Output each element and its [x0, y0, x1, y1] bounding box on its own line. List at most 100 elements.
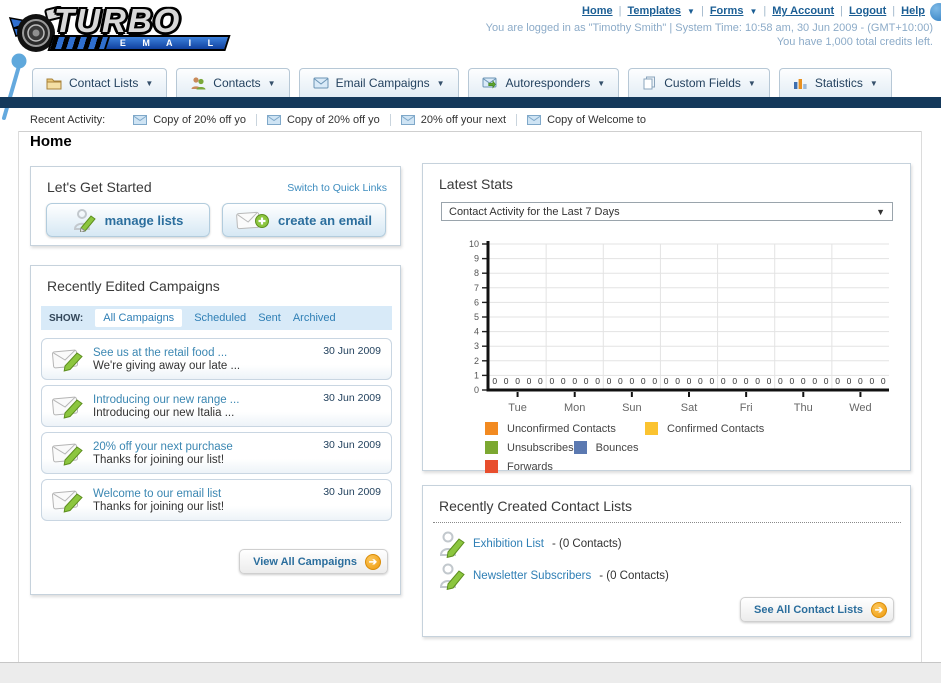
recent-activity-bar: Recent Activity: Copy of 20% off yo Copy… [30, 110, 656, 130]
tab-contacts[interactable]: Contacts ▼ [176, 68, 290, 97]
envelope-icon [313, 77, 329, 89]
tab-email-campaigns[interactable]: Email Campaigns ▼ [298, 68, 459, 97]
campaign-title-link[interactable]: See us at the retail food ... [93, 347, 240, 359]
svg-text:Thu: Thu [794, 402, 813, 414]
person-pencil-icon [439, 531, 465, 558]
nav-separator: | [840, 5, 844, 17]
svg-text:0: 0 [835, 376, 840, 386]
legend-swatch [485, 460, 498, 473]
logo-speed-stripes [50, 37, 110, 49]
contact-list-item[interactable]: Exhibition List - (0 Contacts) [439, 530, 622, 558]
stats-report-selected-value: Contact Activity for the Last 7 Days [449, 205, 620, 218]
svg-text:2: 2 [474, 356, 479, 366]
filter-archived[interactable]: Archived [293, 312, 336, 324]
legend-label: Bounces [595, 441, 639, 454]
tab-custom-fields[interactable]: Custom Fields ▼ [628, 68, 770, 97]
campaign-title-link[interactable]: Welcome to our email list [93, 488, 224, 500]
create-email-button[interactable]: create an email [222, 203, 386, 237]
svg-text:0: 0 [618, 376, 623, 386]
svg-text:0: 0 [709, 376, 714, 386]
legend-item: Forwards [485, 460, 645, 473]
view-all-campaigns-button[interactable]: View All Campaigns ➔ [239, 549, 388, 574]
tab-autoresponders[interactable]: Autoresponders ▼ [467, 68, 620, 97]
people-icon [191, 77, 206, 90]
svg-text:0: 0 [549, 376, 554, 386]
campaigns-panel-title: Recently Edited Campaigns [47, 278, 220, 294]
svg-text:0: 0 [584, 376, 589, 386]
bar-chart-icon [793, 79, 807, 89]
nav-link-help[interactable]: Help [901, 5, 925, 17]
campaign-subtitle: Thanks for joining our list! [93, 500, 225, 513]
legend-swatch [485, 441, 498, 454]
svg-text:0: 0 [652, 376, 657, 386]
filter-sent[interactable]: Sent [258, 312, 281, 324]
latest-stats-panel: Latest Stats Contact Activity for the La… [422, 163, 911, 473]
recently-created-contact-lists-panel: Recently Created Contact Lists Exhibitio… [422, 485, 911, 637]
svg-text:10: 10 [469, 239, 479, 249]
campaign-title-link[interactable]: 20% off your next purchase [93, 441, 233, 453]
chevron-down-icon: ▼ [145, 78, 154, 88]
filter-scheduled[interactable]: Scheduled [194, 312, 246, 324]
svg-text:0: 0 [869, 376, 874, 386]
svg-text:Wed: Wed [849, 402, 871, 414]
envelope-pencil-icon [52, 349, 83, 372]
manage-lists-button[interactable]: manage lists [46, 203, 210, 237]
get-started-title: Let's Get Started [47, 179, 152, 195]
campaign-subtitle: Introducing our new Italia ... [93, 406, 235, 419]
nav-link-forms[interactable]: Forms [710, 5, 744, 17]
stats-report-select[interactable]: Contact Activity for the Last 7 Days ▼ [441, 202, 893, 221]
nav-link-logout[interactable]: Logout [849, 5, 886, 17]
tab-statistics[interactable]: Statistics ▼ [778, 68, 892, 97]
recent-activity-item[interactable]: Copy of 20% off yo [123, 114, 257, 126]
switch-to-quick-links-link[interactable]: Switch to Quick Links [287, 182, 387, 194]
envelope-pencil-icon [52, 443, 83, 466]
svg-text:0: 0 [721, 376, 726, 386]
svg-text:Fri: Fri [740, 402, 753, 414]
recent-activity-label: Recent Activity: [30, 114, 106, 126]
contact-list-name-link[interactable]: Exhibition List [473, 538, 544, 550]
campaign-row[interactable]: Introducing our new range ... Introducin… [41, 385, 392, 427]
get-started-panel: Let's Get Started Switch to Quick Links … [30, 166, 401, 246]
legend-label: Unsubscribes [507, 441, 574, 454]
chevron-down-icon: ▼ [749, 6, 758, 16]
contact-list-name-link[interactable]: Newsletter Subscribers [473, 570, 591, 582]
recent-activity-item[interactable]: Copy of Welcome to [517, 114, 656, 126]
arrow-right-icon: ➔ [365, 553, 381, 570]
contact-list-item[interactable]: Newsletter Subscribers - (0 Contacts) [439, 562, 669, 590]
filter-all-campaigns[interactable]: All Campaigns [95, 309, 183, 327]
nav-link-templates[interactable]: Templates [627, 5, 681, 17]
tab-label: Email Campaigns [335, 76, 430, 90]
campaign-filter-bar: SHOW: All Campaigns Scheduled Sent Archi… [41, 306, 392, 330]
balloon-string-decoration [2, 53, 27, 120]
nav-separator: | [618, 5, 622, 17]
nav-separator: | [892, 5, 896, 17]
svg-text:7: 7 [474, 283, 479, 293]
svg-text:1: 1 [474, 370, 479, 380]
person-pencil-icon [439, 563, 465, 590]
recent-activity-item[interactable]: Copy of 20% off yo [257, 114, 391, 126]
campaign-text: Welcome to our email list Thanks for joi… [93, 488, 224, 513]
nav-link-home[interactable]: Home [582, 5, 613, 17]
campaign-row[interactable]: 20% off your next purchase Thanks for jo… [41, 432, 392, 474]
recent-activity-item[interactable]: 20% off your next [391, 114, 518, 126]
svg-text:0: 0 [515, 376, 520, 386]
login-info-text: You are logged in as "Timothy Smith" | S… [485, 22, 933, 34]
turbo-email-logo[interactable]: TURBO E M A I L [8, 2, 248, 58]
svg-text:9: 9 [474, 254, 479, 264]
campaign-title-link[interactable]: Introducing our new range ... [93, 394, 239, 406]
campaign-text: See us at the retail food ... We're givi… [93, 347, 240, 372]
campaign-row[interactable]: See us at the retail food ... We're givi… [41, 338, 392, 380]
footer-strip [0, 662, 941, 683]
see-all-contact-lists-label: See All Contact Lists [753, 603, 863, 616]
campaign-date: 30 Jun 2009 [323, 345, 381, 357]
chevron-down-icon: ▼ [747, 78, 756, 88]
nav-link-my-account[interactable]: My Account [772, 5, 834, 17]
tab-contact-lists[interactable]: Contact Lists ▼ [32, 68, 168, 97]
see-all-contact-lists-button[interactable]: See All Contact Lists ➔ [739, 597, 894, 622]
dotted-divider [433, 522, 901, 523]
svg-text:Sat: Sat [681, 402, 698, 414]
svg-text:0: 0 [847, 376, 852, 386]
campaign-row[interactable]: Welcome to our email list Thanks for joi… [41, 479, 392, 521]
activity-item-label: Copy of 20% off yo [286, 114, 380, 126]
envelope-icon [527, 115, 542, 125]
